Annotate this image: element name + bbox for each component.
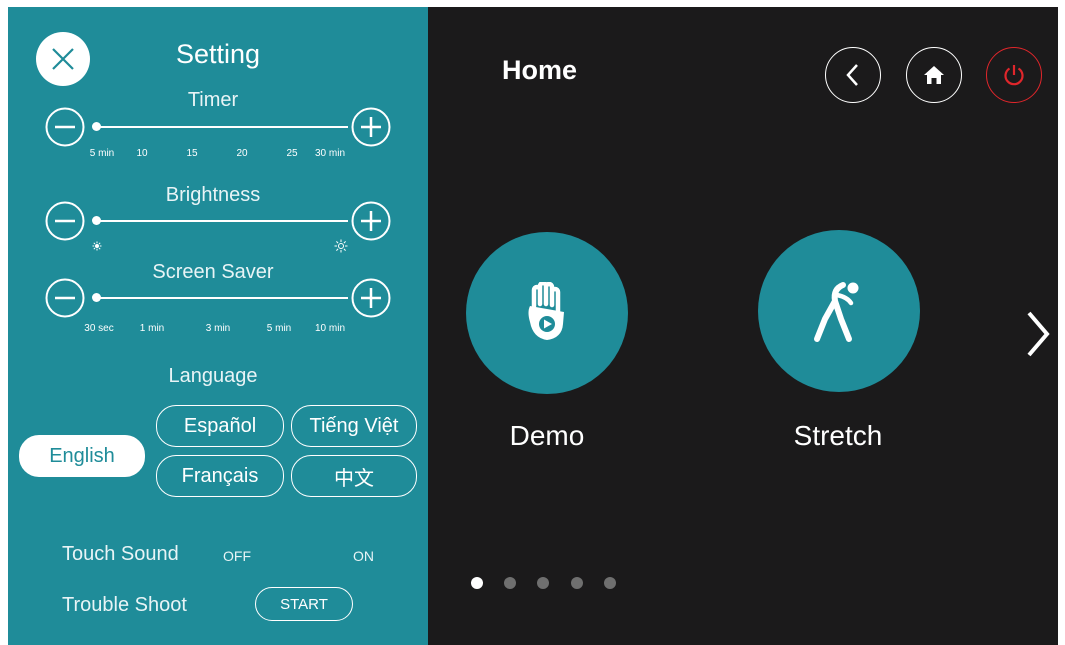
minus-circle-icon bbox=[45, 107, 85, 147]
stretch-app-button[interactable] bbox=[758, 230, 920, 392]
touch-sound-label: Touch Sound bbox=[62, 543, 179, 565]
language-chinese-button[interactable]: 中文 bbox=[291, 455, 417, 497]
settings-panel: Setting Timer 5 min 10 15 20 25 30 min B… bbox=[8, 7, 428, 645]
brightness-slider-knob[interactable] bbox=[92, 216, 101, 225]
touch-sound-off-option[interactable]: OFF bbox=[223, 548, 251, 564]
touch-sound-on-option[interactable]: ON bbox=[353, 548, 374, 564]
screen-saver-slider-knob[interactable] bbox=[92, 293, 101, 302]
demo-app-button[interactable] bbox=[466, 232, 628, 394]
timer-increase-button[interactable] bbox=[351, 107, 391, 147]
home-icon bbox=[924, 66, 944, 84]
plus-circle-icon bbox=[351, 107, 391, 147]
screen-saver-tick: 3 min bbox=[205, 323, 231, 334]
screen-saver-tick: 1 min bbox=[139, 323, 165, 334]
language-english-button[interactable]: English bbox=[19, 435, 145, 477]
screen-saver-tick: 5 min bbox=[266, 323, 292, 334]
home-title: Home bbox=[502, 55, 578, 85]
page-dot-5[interactable] bbox=[604, 577, 616, 589]
language-label: Language bbox=[168, 365, 258, 387]
chevron-left-icon bbox=[846, 64, 858, 86]
plus-circle-icon bbox=[351, 278, 391, 318]
timer-tick: 20 bbox=[236, 148, 248, 159]
language-vietnamese-button[interactable]: Tiếng Việt bbox=[291, 405, 417, 447]
back-button[interactable] bbox=[825, 47, 881, 103]
timer-tick: 30 min bbox=[314, 148, 346, 159]
timer-tick: 15 bbox=[186, 148, 198, 159]
brightness-decrease-button[interactable] bbox=[45, 201, 85, 241]
brightness-increase-button[interactable] bbox=[351, 201, 391, 241]
page-dot-2[interactable] bbox=[504, 577, 516, 589]
brightness-low-icon bbox=[92, 241, 102, 251]
timer-slider-track[interactable] bbox=[96, 126, 348, 128]
screen-saver-increase-button[interactable] bbox=[351, 278, 391, 318]
trouble-shoot-start-button[interactable]: START bbox=[255, 587, 353, 621]
next-page-button[interactable] bbox=[1023, 307, 1053, 361]
timer-tick: 25 bbox=[286, 148, 298, 159]
screen-saver-tick: 10 min bbox=[314, 323, 346, 334]
timer-tick: 5 min bbox=[89, 148, 115, 159]
stretch-figure-icon bbox=[814, 282, 859, 342]
home-button[interactable] bbox=[906, 47, 962, 103]
language-espanol-button[interactable]: Español bbox=[156, 405, 284, 447]
trouble-shoot-label: Trouble Shoot bbox=[62, 594, 187, 616]
screen-saver-slider-track[interactable] bbox=[96, 297, 348, 299]
screen-saver-decrease-button[interactable] bbox=[45, 278, 85, 318]
language-francais-button[interactable]: Français bbox=[156, 455, 284, 497]
settings-title: Setting bbox=[175, 39, 261, 69]
brightness-slider-track[interactable] bbox=[96, 220, 348, 222]
timer-tick: 10 bbox=[136, 148, 148, 159]
minus-circle-icon bbox=[45, 201, 85, 241]
timer-slider-knob[interactable] bbox=[92, 122, 101, 131]
page-dot-3[interactable] bbox=[537, 577, 549, 589]
page-dot-4[interactable] bbox=[571, 577, 583, 589]
stretch-label: Stretch bbox=[793, 420, 883, 451]
screen-saver-tick: 30 sec bbox=[84, 323, 114, 334]
page-dot-1[interactable] bbox=[471, 577, 483, 589]
power-icon bbox=[1004, 65, 1024, 86]
hand-play-icon bbox=[528, 282, 564, 340]
brightness-high-icon bbox=[334, 239, 348, 253]
chevron-right-icon bbox=[1027, 311, 1050, 357]
minus-circle-icon bbox=[45, 278, 85, 318]
timer-decrease-button[interactable] bbox=[45, 107, 85, 147]
power-button[interactable] bbox=[986, 47, 1042, 103]
demo-label: Demo bbox=[509, 420, 585, 451]
plus-circle-icon bbox=[351, 201, 391, 241]
home-panel: Home Demo Stretch bbox=[428, 7, 1058, 645]
